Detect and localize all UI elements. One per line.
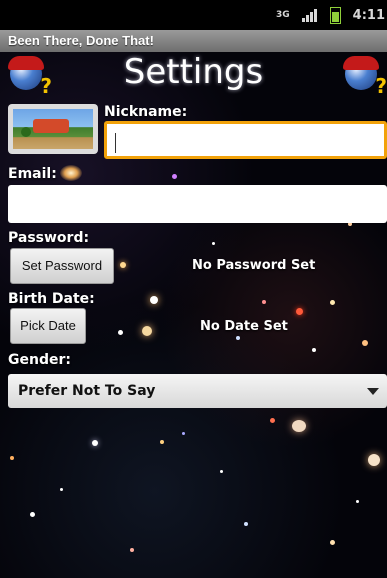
galaxy-star	[130, 548, 134, 552]
galaxy-star	[296, 308, 303, 315]
nickname-field[interactable]	[104, 121, 387, 159]
galaxy-star	[30, 512, 35, 517]
galaxy-star	[92, 440, 98, 446]
gender-selected-value: Prefer Not To Say	[18, 383, 156, 399]
birth-date-label: Birth Date:	[8, 291, 95, 307]
galaxy-star	[368, 454, 380, 466]
dropdown-arrow-icon	[367, 388, 379, 395]
galaxy-star	[120, 262, 126, 268]
galaxy-star	[160, 440, 164, 444]
galaxy-star	[212, 242, 215, 245]
password-status: No Password Set	[192, 258, 316, 273]
birth-date-status: No Date Set	[200, 319, 288, 334]
galaxy-star	[330, 300, 335, 305]
network-type: 3G	[276, 10, 290, 20]
galaxy-star	[292, 420, 306, 432]
password-label: Password:	[8, 230, 90, 246]
galaxy-star	[356, 500, 359, 503]
galaxy-star	[172, 174, 177, 179]
text-cursor	[115, 133, 116, 153]
galaxy-star	[142, 326, 152, 336]
galaxy-icon	[60, 165, 82, 181]
galaxy-star	[270, 418, 275, 423]
avatar-image[interactable]	[8, 104, 98, 154]
galaxy-star	[244, 522, 248, 526]
app-title-bar: Been There, Done That!	[0, 30, 387, 52]
galaxy-star	[312, 348, 316, 352]
pick-date-button[interactable]: Pick Date	[10, 308, 86, 344]
galaxy-star	[10, 456, 14, 460]
email-field[interactable]	[8, 185, 387, 223]
set-password-button[interactable]: Set Password	[10, 248, 114, 284]
galaxy-star	[182, 432, 185, 435]
signal-icon	[301, 8, 318, 22]
galaxy-star	[150, 296, 158, 304]
galaxy-star	[60, 488, 63, 491]
email-label: Email:	[8, 166, 57, 182]
clock: 4:11	[352, 7, 385, 23]
galaxy-star	[362, 340, 368, 346]
gender-dropdown[interactable]: Prefer Not To Say	[8, 374, 387, 408]
galaxy-star	[236, 336, 240, 340]
galaxy-star	[220, 470, 223, 473]
page-title: Settings	[123, 52, 264, 92]
status-bar: 3G 4:11	[0, 0, 387, 30]
gender-label: Gender:	[8, 352, 71, 368]
nickname-label: Nickname:	[104, 104, 188, 120]
galaxy-star	[330, 540, 335, 545]
galaxy-star	[118, 330, 123, 335]
battery-icon	[329, 6, 341, 24]
galaxy-star	[262, 300, 266, 304]
avatar-photo	[13, 109, 93, 149]
